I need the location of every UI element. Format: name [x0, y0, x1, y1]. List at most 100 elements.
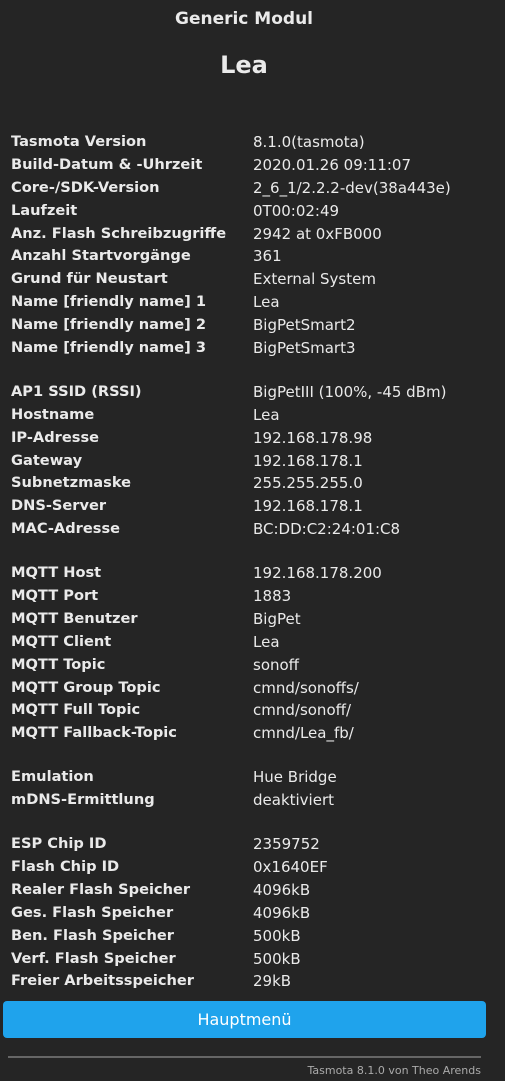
info-label: Freier Arbeitsspeicher: [11, 972, 194, 990]
info-row: MQTT Port 1883: [0, 585, 488, 608]
info-label: MQTT Group Topic: [11, 678, 161, 696]
info-value: 2942 at 0xFB000: [253, 224, 382, 243]
info-label: Gateway: [11, 451, 83, 469]
info-value: 500kB: [253, 949, 301, 968]
info-label: mDNS-Ermittlung: [11, 791, 155, 809]
info-label: Anz. Flash Schreibzugriffe: [11, 224, 227, 242]
info-value: 361: [253, 247, 282, 266]
info-label: MQTT Host: [11, 564, 102, 582]
info-row: Name [friendly name] 2 BigPetSmart2: [0, 314, 488, 337]
info-label: IP-Adresse: [11, 428, 100, 446]
info-label: ESP Chip ID: [11, 835, 107, 853]
info-label: Anzahl Startvorgänge: [11, 247, 191, 265]
info-value: 4096kB: [253, 903, 311, 922]
info-row: Laufzeit 0T00:02:49: [0, 200, 488, 223]
info-label: Name [friendly name] 2: [11, 316, 207, 334]
info-label: DNS-Server: [11, 497, 107, 515]
info-row: MQTT Host 192.168.178.200: [0, 562, 488, 585]
info-value: BigPetSmart2: [253, 316, 356, 335]
info-value: 0x1640EF: [253, 857, 328, 876]
info-label: MQTT Full Topic: [11, 701, 141, 719]
info-value: 192.168.178.200: [253, 564, 382, 583]
info-row: Core-/SDK-Version 2_6_1/2.2.2-dev(38a443e…: [0, 177, 488, 200]
info-label: Realer Flash Speicher: [11, 880, 191, 898]
info-value: BigPet: [253, 609, 301, 628]
info-value: cmnd/sonoff/: [253, 701, 352, 720]
info-row: DNS-Server 192.168.178.1: [0, 495, 488, 518]
page: Generic Modul Lea Tasmota Version 8.1.0(t…: [0, 0, 488, 993]
info-value: Lea: [253, 405, 280, 424]
info-row: MQTT Topic sonoff: [0, 654, 488, 677]
info-label: MAC-Adresse: [11, 520, 121, 538]
info-row: Freier Arbeitsspeicher 29kB: [0, 970, 488, 993]
info-value: sonoff: [253, 655, 300, 674]
info-value: 500kB: [253, 926, 301, 945]
info-label: Laufzeit: [11, 201, 78, 219]
info-row: MQTT Full Topic cmnd/sonoff/: [0, 699, 488, 722]
info-value: Hue Bridge: [253, 768, 337, 787]
device-name: Lea: [220, 51, 268, 79]
info-label: Tasmota Version: [11, 133, 147, 150]
info-value: 8.1.0(tasmota): [253, 133, 365, 151]
info-row: MQTT Group Topic cmnd/sonoffs/: [0, 677, 488, 700]
info-value: Lea: [253, 632, 280, 651]
info-value: External System: [253, 270, 376, 289]
info-row: Anzahl Startvorgänge 361: [0, 245, 488, 268]
info-value: BigPetSmart3: [253, 339, 356, 358]
info-value: 0T00:02:49: [253, 201, 340, 220]
info-label: AP1 SSID (RSSI): [11, 382, 142, 400]
info-row: Anz. Flash Schreibzugriffe 2942 at 0xFB00…: [0, 223, 488, 246]
info-label: MQTT Client: [11, 632, 112, 650]
info-value: cmnd/Lea_fb/: [253, 724, 354, 743]
info-row: Build-Datum & -Uhrzeit 2020.01.26 09:11:0…: [0, 154, 488, 177]
info-value: 1883: [253, 587, 292, 606]
info-label: Hostname: [11, 405, 95, 423]
info-label: Name [friendly name] 3: [11, 339, 207, 357]
info-value: 192.168.178.1: [253, 497, 363, 516]
info-value: BC:DD:C2:24:01:C8: [253, 520, 401, 539]
info-row: Flash Chip ID 0x1640EF: [0, 856, 488, 879]
info-row: AP1 SSID (RSSI) BigPetIII (100%, -45 dBm): [0, 381, 488, 404]
info-label: Build-Datum & -Uhrzeit: [11, 155, 203, 173]
info-row: MQTT Fallback-Topic cmnd/Lea_fb/: [0, 722, 488, 745]
info-label: Ges. Flash Speicher: [11, 903, 174, 921]
main-menu-button[interactable]: Hauptmenü: [3, 1001, 486, 1038]
info-row: Realer Flash Speicher 4096kB: [0, 879, 488, 902]
info-value: Lea: [253, 293, 280, 312]
info-row: mDNS-Ermittlung deaktiviert: [0, 789, 488, 812]
info-label: MQTT Fallback-Topic: [11, 724, 177, 742]
info-label: Emulation: [11, 768, 94, 786]
info-label: Subnetzmaske: [11, 474, 132, 492]
info-label: Ben. Flash Speicher: [11, 926, 175, 944]
info-value: 29kB: [253, 972, 292, 991]
info-label: MQTT Topic: [11, 655, 106, 673]
info-row: IP-Adresse 192.168.178.98: [0, 427, 488, 450]
info-value: 192.168.178.1: [253, 451, 363, 470]
info-row: Ben. Flash Speicher 500kB: [0, 925, 488, 948]
info-row: MQTT Client Lea: [0, 631, 488, 654]
info-label: MQTT Benutzer: [11, 609, 138, 627]
divider: [8, 1056, 481, 1058]
module-name: Generic Modul: [174, 9, 314, 29]
info-label: Core-/SDK-Version: [11, 178, 160, 196]
info-label: Flash Chip ID: [11, 857, 120, 875]
info-table: Tasmota Version 8.1.0(tasmota) Build-Datum…: [0, 131, 488, 993]
info-row: Verf. Flash Speicher 500kB: [0, 948, 488, 971]
footer-version: Tasmota 8.1.0 von Theo Arends: [307, 1064, 481, 1077]
info-row: Subnetzmaske 255.255.255.0: [0, 472, 488, 495]
info-label: MQTT Port: [11, 587, 99, 605]
info-value: deaktiviert: [253, 791, 334, 810]
info-value: BigPetIII (100%, -45 dBm): [253, 382, 447, 401]
info-value: 2020.01.26 09:11:07: [253, 155, 412, 174]
info-row: Tasmota Version 8.1.0(tasmota): [0, 131, 488, 154]
info-value: 2359752: [253, 835, 320, 854]
info-value: 192.168.178.98: [253, 428, 373, 447]
info-row: Name [friendly name] 3 BigPetSmart3: [0, 337, 488, 360]
info-value: 4096kB: [253, 880, 311, 899]
info-row: Ges. Flash Speicher 4096kB: [0, 902, 488, 925]
info-value: 2_6_1/2.2.2-dev(38a443e): [253, 178, 451, 197]
